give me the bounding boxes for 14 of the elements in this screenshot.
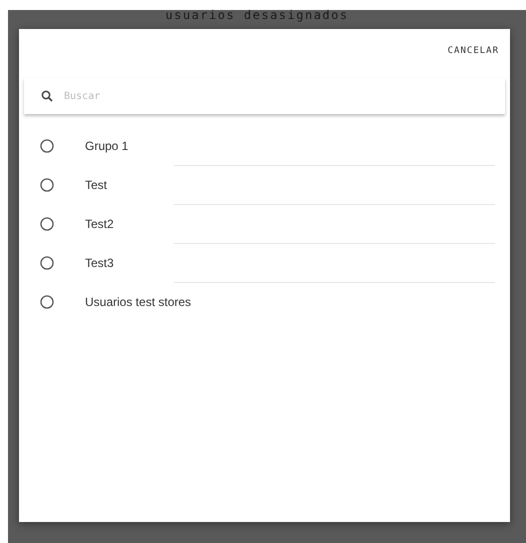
option-item[interactable]: Grupo 1 <box>24 126 505 165</box>
search-icon <box>41 90 53 102</box>
option-item[interactable]: Test2 <box>24 204 505 243</box>
option-item[interactable]: Usuarios test stores <box>24 282 505 321</box>
radio-button[interactable] <box>40 216 54 230</box>
search-field[interactable]: Buscar <box>24 78 505 114</box>
radio-button[interactable] <box>40 178 54 192</box>
cancel-button[interactable]: CANCELAR <box>446 41 501 61</box>
option-item[interactable]: Test <box>24 165 505 204</box>
option-item[interactable]: Test3 <box>24 243 505 282</box>
page-title: usuarios desasignados <box>165 10 349 24</box>
radio-button[interactable] <box>40 294 54 308</box>
radio-button[interactable] <box>40 256 54 270</box>
radio-button[interactable] <box>40 138 54 152</box>
